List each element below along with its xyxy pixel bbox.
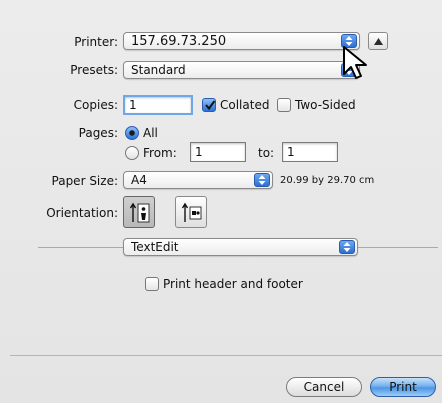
- pages-all-label: All: [143, 126, 158, 140]
- pages-from-label: From:: [143, 146, 177, 160]
- printer-popup[interactable]: 157.69.73.250: [123, 32, 360, 50]
- section-separator-right: [358, 247, 438, 248]
- print-dialog: Printer: 157.69.73.250 Presets: Standard…: [0, 0, 442, 403]
- paper-size-label: Paper Size:: [51, 174, 118, 188]
- pages-from-radio[interactable]: [125, 146, 139, 160]
- two-sided-label: Two-Sided: [295, 98, 356, 112]
- printer-value: 157.69.73.250: [131, 34, 227, 49]
- pages-all-radio[interactable]: [125, 126, 139, 140]
- pages-to-input[interactable]: 1: [282, 142, 338, 162]
- paper-dimensions: 20.99 by 29.70 cm: [280, 175, 375, 186]
- checkmark-icon: [205, 100, 216, 111]
- pages-from-value: 1: [195, 145, 203, 159]
- collated-checkbox[interactable]: [202, 98, 216, 112]
- bottom-separator: [10, 355, 442, 356]
- pages-to-label: to:: [258, 146, 275, 160]
- copies-value: 1: [129, 98, 137, 112]
- popup-arrows-icon: [254, 173, 270, 187]
- two-sided-checkbox[interactable]: [277, 98, 291, 112]
- landscape-orientation-icon: [182, 202, 202, 222]
- portrait-orientation-icon: [130, 202, 150, 223]
- collated-label: Collated: [220, 98, 270, 112]
- cursor-arrow-icon: [343, 46, 367, 79]
- copies-input[interactable]: 1: [123, 95, 193, 115]
- presets-popup[interactable]: Standard: [123, 61, 360, 79]
- paper-size-value: A4: [131, 173, 147, 187]
- disclosure-triangle-icon: [374, 38, 383, 45]
- pages-to-value: 1: [287, 145, 295, 159]
- printer-disclosure-button[interactable]: [368, 32, 388, 50]
- portrait-orientation-button[interactable]: [123, 196, 155, 228]
- landscape-orientation-button[interactable]: [175, 196, 207, 228]
- pages-from-input[interactable]: 1: [190, 142, 246, 162]
- copies-label: Copies:: [73, 98, 118, 112]
- printer-label: Printer:: [74, 35, 118, 49]
- presets-label: Presets:: [70, 63, 118, 77]
- section-popup[interactable]: TextEdit: [123, 238, 358, 256]
- section-value: TextEdit: [131, 240, 179, 254]
- orientation-label: Orientation:: [46, 206, 118, 220]
- cancel-button[interactable]: Cancel: [286, 377, 362, 397]
- section-separator-left: [38, 247, 123, 248]
- print-button[interactable]: Print: [370, 377, 436, 397]
- header-footer-checkbox[interactable]: [145, 277, 159, 291]
- pages-label: Pages:: [78, 126, 118, 140]
- presets-value: Standard: [131, 63, 186, 77]
- paper-size-popup[interactable]: A4: [123, 171, 273, 189]
- header-footer-label: Print header and footer: [163, 277, 303, 291]
- popup-arrows-icon: [339, 240, 355, 254]
